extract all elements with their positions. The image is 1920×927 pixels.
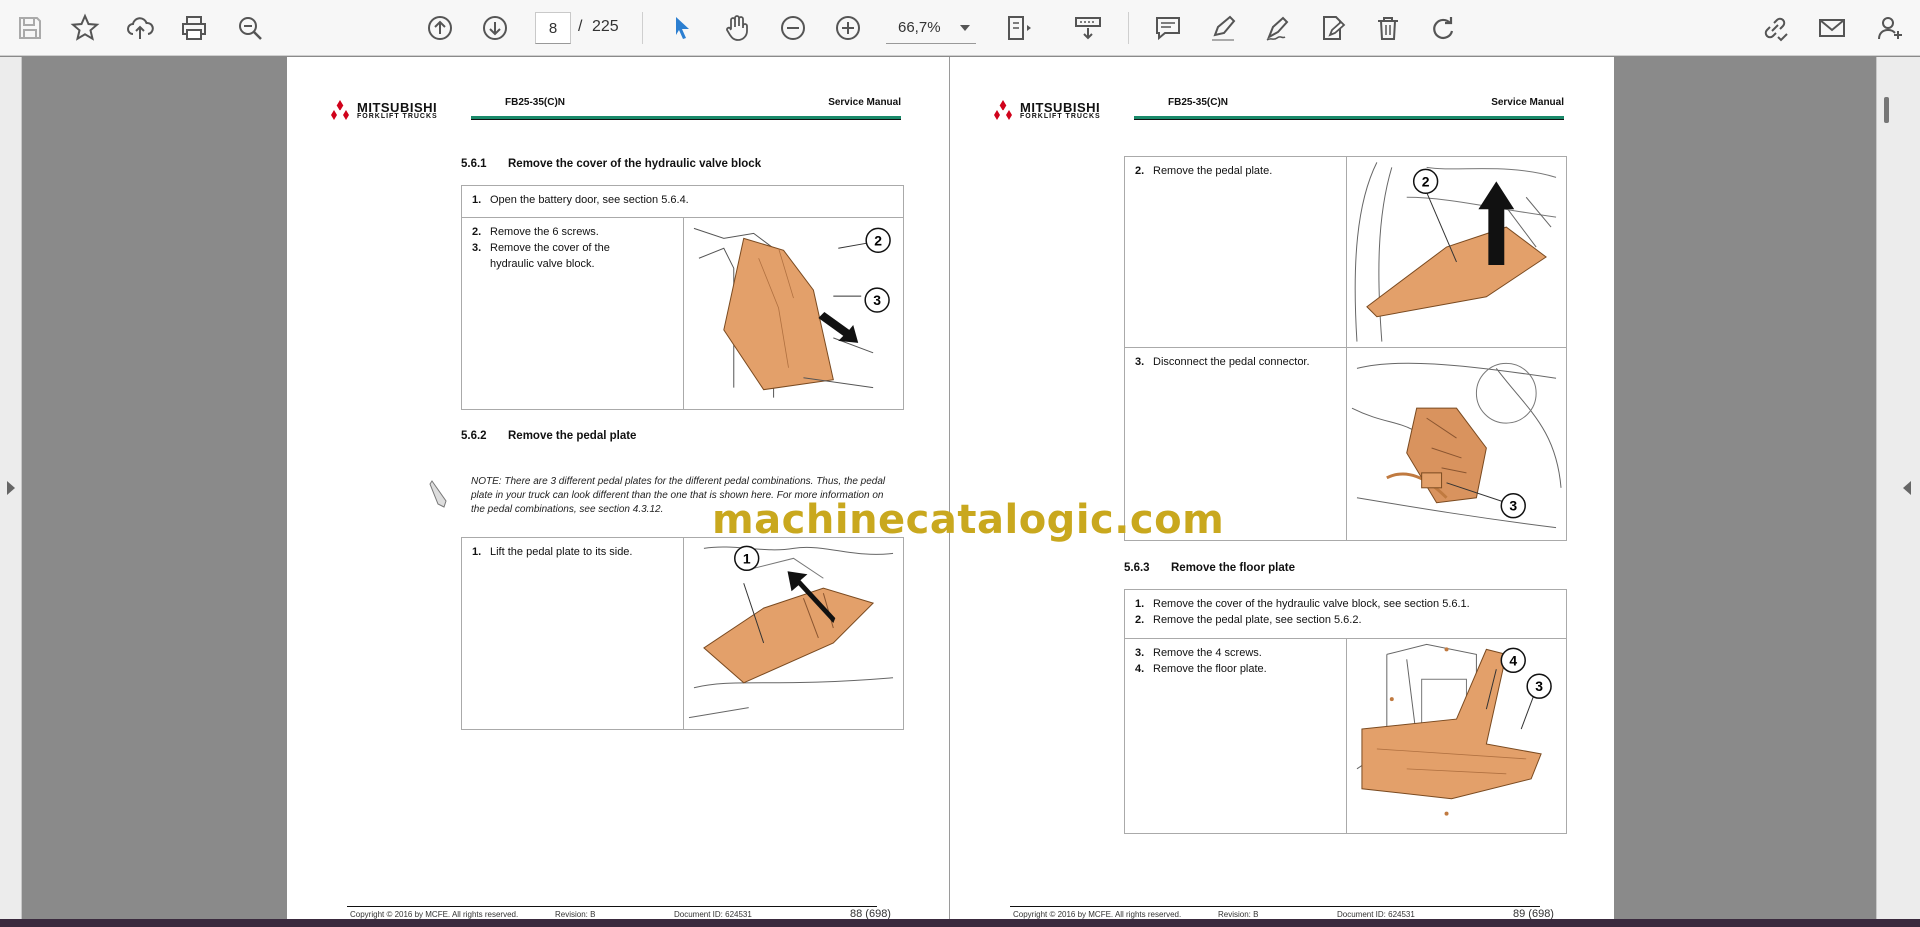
- header-model: FB25-35(C)N: [505, 97, 566, 108]
- expand-right-panel-icon[interactable]: [1903, 481, 1911, 495]
- illustration-hydraulic-cover: 2 3: [683, 218, 903, 409]
- footer-rule: [347, 906, 877, 907]
- zoom-search-icon[interactable]: [230, 8, 270, 48]
- callout-number: 1: [743, 550, 751, 566]
- illustration-floor-plate: 4 3: [1346, 639, 1566, 833]
- pencil-note-icon: [429, 480, 447, 508]
- illustration-remove-pedal-plate: 2: [1346, 157, 1566, 347]
- header-rule-thin: [471, 119, 901, 120]
- step-text: 2. Remove the pedal plate.: [1135, 165, 1273, 177]
- footer-document-id: Document ID: 624531: [1337, 910, 1415, 919]
- procedure-table-5-6-1: 1. Open the battery door, see section 5.6…: [461, 185, 904, 410]
- header-rule-thin: [1134, 119, 1564, 120]
- step-text: 3. Disconnect the pedal connector.: [1135, 356, 1310, 368]
- table-row: 1. Open the battery door, see section 5.6…: [462, 186, 903, 218]
- footer-copyright: Copyright © 2016 by MCFE. All rights res…: [1013, 910, 1182, 919]
- vertical-scrollbar-thumb[interactable]: [1884, 97, 1889, 123]
- edit-document-icon[interactable]: [1313, 8, 1353, 48]
- section-heading-5-6-1: 5.6.1 Remove the cover of the hydraulic v…: [461, 158, 761, 170]
- email-icon[interactable]: [1812, 8, 1852, 48]
- delete-trash-icon[interactable]: [1368, 8, 1408, 48]
- save-icon[interactable]: [10, 8, 50, 48]
- zoom-out-icon[interactable]: [773, 8, 813, 48]
- toolbar-divider: [642, 12, 643, 44]
- brand-subtitle: FORKLIFT TRUCKS: [357, 113, 438, 120]
- brand-subtitle: FORKLIFT TRUCKS: [1020, 113, 1101, 120]
- section-title: Remove the cover of the hydraulic valve …: [508, 158, 762, 170]
- header-title: Service Manual: [1491, 97, 1564, 108]
- expand-left-panel-icon[interactable]: [7, 481, 15, 495]
- sign-pen-icon[interactable]: [1258, 8, 1298, 48]
- step-text: 1. Remove the cover of the hydraulic valv…: [1135, 598, 1470, 626]
- section-number: 5.6.1: [461, 158, 487, 170]
- step-text: 1. Open the battery door, see section 5.6…: [472, 194, 689, 206]
- header-title: Service Manual: [828, 97, 901, 108]
- page-up-icon[interactable]: [420, 8, 460, 48]
- highlight-pen-icon[interactable]: [1203, 8, 1243, 48]
- form-fill-icon[interactable]: [1068, 8, 1108, 48]
- callout-number: 3: [873, 292, 881, 308]
- document-page-89: MITSUBISHI FORKLIFT TRUCKS FB25-35(C)N Se…: [950, 57, 1614, 919]
- watermark-text: machinecatalogic.com: [712, 497, 1225, 543]
- footer-rule: [1010, 906, 1540, 907]
- callout-number: 4: [1509, 652, 1517, 668]
- footer-revision: Revision: B: [555, 910, 596, 919]
- document-viewport[interactable]: MITSUBISHI FORKLIFT TRUCKS FB25-35(C)N Se…: [0, 57, 1920, 919]
- redo-icon[interactable]: [1423, 8, 1463, 48]
- toolbar-divider: [1128, 12, 1129, 44]
- section-number: 5.6.2: [461, 430, 487, 442]
- table-row: 1. Lift the pedal plate to its side. 1: [462, 538, 903, 729]
- chevron-down-icon: [960, 24, 970, 31]
- share-link-icon[interactable]: [1755, 8, 1795, 48]
- page-down-icon[interactable]: [475, 8, 515, 48]
- illustration-pedal-connector: 3: [1346, 348, 1566, 540]
- comment-icon[interactable]: [1148, 8, 1188, 48]
- toolbar: / 225 66,7%: [0, 0, 1920, 56]
- step-text: 2. Remove the 6 screws. 3. Remove the cove…: [472, 226, 610, 270]
- hand-tool-icon[interactable]: [717, 8, 757, 48]
- document-page-88: MITSUBISHI FORKLIFT TRUCKS FB25-35(C)N Se…: [287, 57, 951, 919]
- section-title: Remove the pedal plate: [508, 430, 637, 442]
- procedure-table-5-6-2: 1. Lift the pedal plate to its side. 1: [461, 537, 904, 730]
- table-row: 3. Remove the 4 screws. 4. Remove the floo…: [1125, 639, 1566, 833]
- footer-copyright: Copyright © 2016 by MCFE. All rights res…: [350, 910, 519, 919]
- footer-document-id: Document ID: 624531: [674, 910, 752, 919]
- callout-number: 3: [1509, 498, 1517, 514]
- section-heading-5-6-2: 5.6.2 Remove the pedal plate: [461, 430, 636, 442]
- page-number-input[interactable]: [535, 12, 571, 44]
- section-number: 5.6.3: [1124, 562, 1150, 574]
- step-text: 3. Remove the 4 screws. 4. Remove the floo…: [1135, 647, 1267, 675]
- mitsubishi-logo: MITSUBISHI FORKLIFT TRUCKS: [327, 99, 438, 121]
- print-icon[interactable]: [174, 8, 214, 48]
- page-fit-icon[interactable]: [1000, 8, 1040, 48]
- procedure-table-5-6-2-continued: 2. Remove the pedal plate. 2 3. Disconne…: [1124, 156, 1567, 541]
- table-row: 1. Remove the cover of the hydraulic valv…: [1125, 590, 1566, 639]
- bookmark-star-icon[interactable]: [65, 8, 105, 48]
- add-user-icon[interactable]: [1870, 8, 1910, 48]
- zoom-level-value: 66,7%: [898, 19, 941, 36]
- zoom-level-dropdown[interactable]: 66,7%: [886, 12, 976, 44]
- illustration-pedal-plate: 1: [683, 538, 903, 729]
- section-heading-5-6-3: 5.6.3 Remove the floor plate: [1124, 562, 1295, 574]
- header-model: FB25-35(C)N: [1168, 97, 1229, 108]
- zoom-in-icon[interactable]: [828, 8, 868, 48]
- callout-number: 2: [874, 232, 882, 248]
- table-row: 2. Remove the 6 screws. 3. Remove the cove…: [462, 218, 903, 409]
- page-separator: /: [578, 18, 583, 35]
- callout-number: 3: [1535, 678, 1543, 694]
- footer-page-number: 88 (698): [850, 908, 891, 919]
- footer-revision: Revision: B: [1218, 910, 1259, 919]
- page-total: 225: [592, 18, 619, 35]
- callout-number: 2: [1422, 173, 1430, 189]
- mitsubishi-logo: MITSUBISHI FORKLIFT TRUCKS: [990, 99, 1101, 121]
- footer-page-number: 89 (698): [1513, 908, 1554, 919]
- step-text: 1. Lift the pedal plate to its side.: [472, 546, 633, 558]
- procedure-table-5-6-3: 1. Remove the cover of the hydraulic valv…: [1124, 589, 1567, 834]
- upload-cloud-icon[interactable]: [120, 8, 160, 48]
- taskbar-strip: [0, 919, 1920, 927]
- table-row: 2. Remove the pedal plate. 2: [1125, 157, 1566, 348]
- right-panel-toggle[interactable]: [1876, 57, 1920, 919]
- section-title: Remove the floor plate: [1171, 562, 1295, 574]
- select-cursor-icon[interactable]: [662, 8, 702, 48]
